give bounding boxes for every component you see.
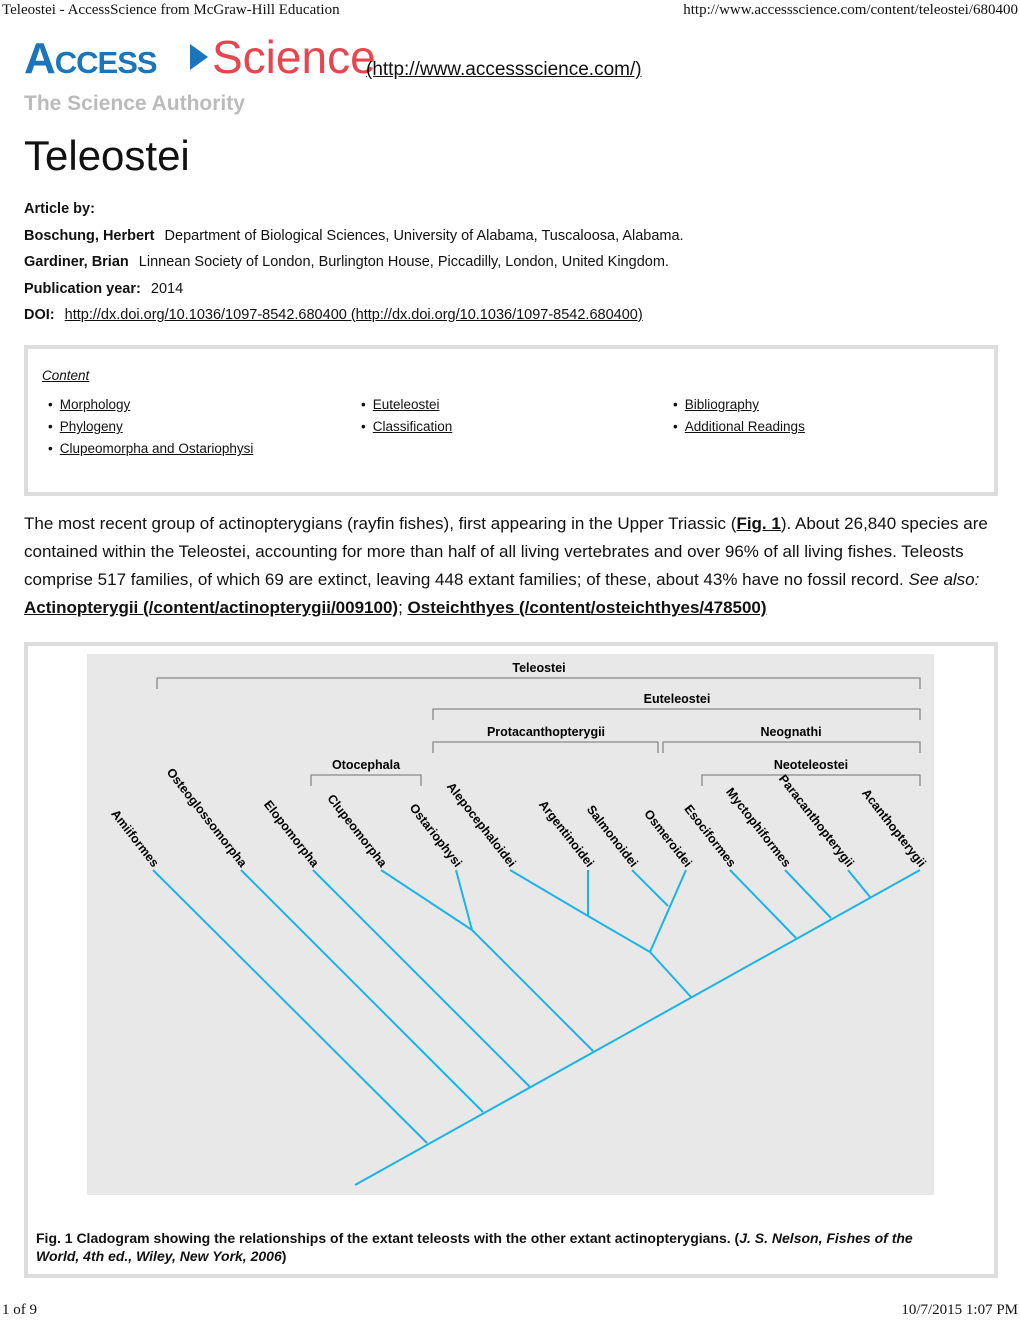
- cladogram: Teleostei Euteleostei Protacanthopterygii N…: [87, 654, 934, 1195]
- clade-label: Euteleostei: [644, 692, 711, 706]
- clade-label: Protacanthopterygii: [487, 725, 605, 739]
- print-datetime: 10/7/2015 1:07 PM: [901, 1302, 1018, 1318]
- clade-label: Neognathi: [760, 725, 821, 739]
- clade-label: Teleostei: [512, 661, 565, 675]
- clade-label: Otocephala: [332, 758, 401, 772]
- page-number: 1 of 9: [2, 1302, 37, 1318]
- clade-label: Neoteleostei: [774, 758, 848, 772]
- figure-caption: Fig. 1 Cladogram showing the relationshi…: [36, 1230, 913, 1264]
